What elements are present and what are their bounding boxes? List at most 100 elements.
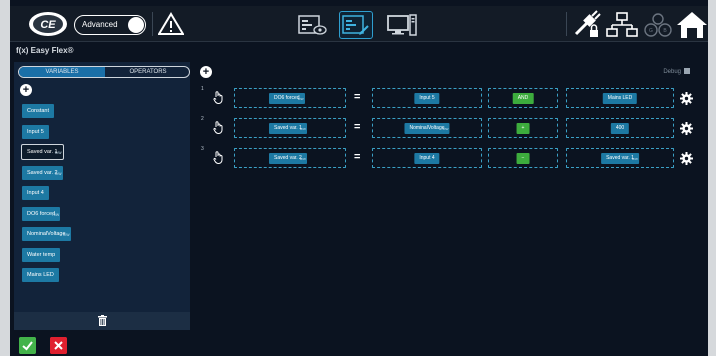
operator-slot[interactable]: AND <box>488 88 558 108</box>
disabled-module-icon: G B <box>644 13 672 37</box>
add-variable-button[interactable]: + <box>20 84 32 96</box>
rw-badge: R/W <box>299 127 306 131</box>
left-operand-chip-label: Input 5 <box>419 95 435 101</box>
debug-toggle[interactable]: Debug <box>663 68 690 75</box>
right-operand-chip[interactable]: 400 <box>610 123 630 134</box>
left-operand-chip-label: Input 4 <box>419 155 435 161</box>
rule-number: 1 <box>201 86 204 92</box>
left-operand-chip[interactable]: Input 5 <box>414 93 440 104</box>
divider <box>566 12 567 36</box>
rw-badge: R/W <box>442 127 449 131</box>
logic-editor-icon[interactable] <box>339 11 373 39</box>
app-frame: CE Advanced G B f(x) Easy Flex® VARIABLE… <box>0 0 716 356</box>
confirm-button[interactable] <box>19 337 36 354</box>
equals-sign: = <box>354 121 361 133</box>
right-operand-chip[interactable]: Mains LED <box>602 93 638 104</box>
home-icon[interactable] <box>676 10 708 40</box>
left-operand-slot[interactable]: NominalVoltage R/W <box>372 118 482 138</box>
target-chip-label: Saved var. 1 <box>274 125 302 131</box>
variable-label: Water temp <box>27 251 56 258</box>
rw-badge: R/W <box>632 157 638 161</box>
rw-badge: R/W <box>62 233 70 237</box>
variable-item[interactable]: Water temp <box>22 247 61 262</box>
right-bezel <box>708 0 716 356</box>
cre-logo-icon[interactable]: CE <box>28 10 68 38</box>
target-slot[interactable]: DO6 forced R/W <box>234 88 346 108</box>
drag-hand-icon[interactable] <box>213 151 224 164</box>
rw-badge: R/W <box>54 171 62 176</box>
network-icon[interactable] <box>606 10 638 40</box>
debug-label: Debug <box>663 69 681 75</box>
computer-icon[interactable] <box>386 12 418 38</box>
variable-item[interactable]: NominalVoltage R/W <box>22 227 71 241</box>
target-slot[interactable]: Saved var. 2 R/W <box>234 148 346 168</box>
debug-checkbox[interactable] <box>684 68 690 74</box>
target-slot[interactable]: Saved var. 1 R/W <box>234 118 346 138</box>
top-bar: CE Advanced G B <box>10 6 708 42</box>
divider <box>152 12 153 36</box>
target-chip[interactable]: DO6 forced R/W <box>269 93 305 104</box>
left-operand-slot[interactable]: Input 4 <box>372 148 482 168</box>
synoptic-view-icon[interactable] <box>296 12 328 38</box>
page-title-bar: f(x) Easy Flex® <box>10 43 708 60</box>
tab-operators[interactable]: OPERATORS <box>105 67 189 77</box>
operator-chip[interactable]: + <box>516 123 530 134</box>
variable-label: Input 4 <box>27 190 44 196</box>
left-bezel <box>0 0 10 356</box>
gear-icon[interactable] <box>680 152 693 165</box>
operator-chip[interactable]: AND <box>512 93 534 104</box>
right-operand-chip[interactable]: Saved var. 1 R/W <box>601 153 639 164</box>
variable-item[interactable]: Input 5 <box>22 124 49 139</box>
tab-variables[interactable]: VARIABLES <box>19 67 105 77</box>
left-operand-slot[interactable]: Input 5 <box>372 88 482 108</box>
rw-badge: R/W <box>54 151 62 155</box>
rule-number: 3 <box>201 146 204 152</box>
variable-label: Saved var. 1 <box>27 149 58 155</box>
operator-slot[interactable]: + <box>488 118 558 138</box>
equals-sign: = <box>354 151 361 163</box>
variable-label: DO6 forced <box>27 210 56 217</box>
variable-item[interactable]: DO6 forced R/W <box>22 206 61 221</box>
operator-chip-label: + <box>521 125 525 131</box>
target-chip-label: Saved var. 2 <box>274 155 302 161</box>
trash-icon[interactable] <box>98 315 107 326</box>
right-operand-slot[interactable]: Mains LED <box>566 88 674 108</box>
right-operand-chip-label: Mains LED <box>607 95 633 101</box>
operator-chip[interactable]: − <box>516 153 530 164</box>
variable-item[interactable]: Saved var. 1 R/W <box>21 144 64 160</box>
rule-number: 2 <box>201 116 204 122</box>
rw-badge: R/W <box>52 212 60 217</box>
target-chip[interactable]: Saved var. 2 R/W <box>269 153 307 164</box>
rw-badge: R/W <box>299 157 306 161</box>
advanced-label: Advanced <box>82 20 118 29</box>
advanced-toggle[interactable]: Advanced <box>74 15 146 35</box>
variable-item[interactable]: Input 4 <box>22 186 49 200</box>
warning-icon[interactable] <box>158 12 184 36</box>
operator-chip-label: AND <box>517 95 529 101</box>
gear-icon[interactable] <box>680 122 693 135</box>
operator-chip-label: − <box>521 155 525 161</box>
svg-text:G: G <box>649 28 653 34</box>
add-rule-button[interactable]: + <box>200 66 212 78</box>
drag-hand-icon[interactable] <box>213 91 224 104</box>
variable-item[interactable]: Mains LED <box>22 268 59 282</box>
variable-item[interactable]: Saved var. 2 R/W <box>22 165 63 180</box>
right-operand-chip-label: Saved var. 1 <box>606 155 634 161</box>
right-operand-slot[interactable]: 400 <box>566 118 674 138</box>
drag-hand-icon[interactable] <box>213 121 224 134</box>
variable-label: Mains LED <box>27 272 54 278</box>
variable-label: NominalVoltage <box>27 231 66 237</box>
cancel-button[interactable] <box>50 337 67 354</box>
target-chip[interactable]: Saved var. 1 R/W <box>269 123 307 134</box>
left-operand-chip[interactable]: Input 4 <box>414 153 440 164</box>
operator-slot[interactable]: − <box>488 148 558 168</box>
plug-lock-icon[interactable] <box>570 10 602 40</box>
toggle-knob <box>128 17 144 33</box>
left-operand-chip-label: NominalVoltage <box>409 125 445 131</box>
left-operand-chip[interactable]: NominalVoltage R/W <box>404 123 450 134</box>
rules-editor: + Debug 1 DO6 forced R/W = Input 5 AND Mains L… <box>190 62 708 356</box>
variable-item[interactable]: Constant <box>22 104 55 118</box>
equals-sign: = <box>354 91 361 103</box>
gear-icon[interactable] <box>680 92 693 105</box>
right-operand-slot[interactable]: Saved var. 1 R/W <box>566 148 674 168</box>
